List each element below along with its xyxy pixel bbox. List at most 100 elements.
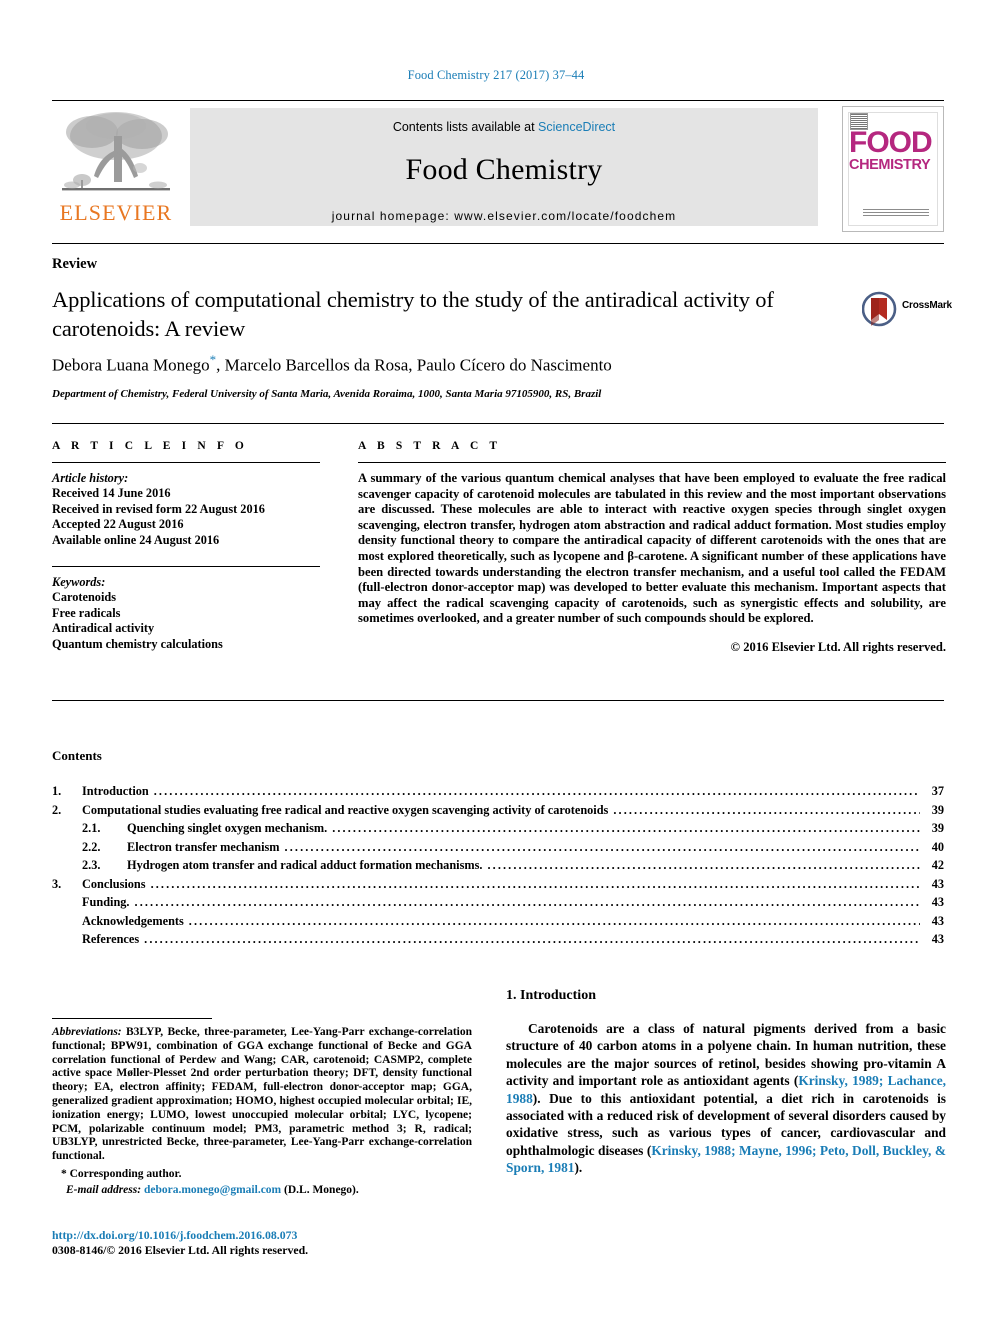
- elsevier-wordmark: ELSEVIER: [59, 200, 173, 225]
- toc-dot-leader: ........................................…: [153, 784, 920, 798]
- article-page: Food Chemistry 217 (2017) 37–44 ELSEVIER…: [0, 0, 992, 1323]
- toc-page-number: 37: [931, 784, 944, 798]
- toc-label: References: [82, 932, 140, 946]
- elsevier-logo: ELSEVIER: [52, 106, 180, 232]
- introduction-paragraph: Carotenoids are a class of natural pigme…: [506, 1020, 946, 1177]
- toc-entry[interactable]: 2. Computational studies evaluating free…: [52, 801, 944, 820]
- keywords-list: Carotenoids Free radicals Antiradical ac…: [52, 590, 320, 652]
- history-item: Accepted 22 August 2016: [52, 517, 184, 531]
- email-link[interactable]: debora.monego@gmail.com: [144, 1184, 281, 1196]
- toc-entry[interactable]: 1. Introduction ........................…: [52, 782, 944, 801]
- abbreviations-body: B3LYP, Becke, three-parameter, Lee-Yang-…: [52, 1026, 472, 1163]
- email-label: E-mail address:: [66, 1183, 142, 1196]
- article-history-label: Article history:: [52, 471, 129, 485]
- toc-dot-leader: ........................................…: [150, 876, 920, 891]
- abstract-column: A B S T R A C T A summary of the various…: [358, 440, 946, 655]
- article-history-list: Received 14 June 2016 Received in revise…: [52, 486, 320, 548]
- abstract-rule: [358, 462, 946, 463]
- keyword-item: Carotenoids: [52, 590, 116, 604]
- masthead-top-rule: [52, 100, 944, 101]
- toc-page-number: 43: [931, 895, 944, 909]
- sciencedirect-link[interactable]: ScienceDirect: [538, 120, 615, 134]
- toc-entry[interactable]: 3. Conclusions .........................…: [52, 875, 944, 894]
- toc-number: 3.: [52, 876, 62, 891]
- toc-dot-leader: ........................................…: [284, 839, 920, 854]
- journal-masthead: ELSEVIER Contents lists available at Sci…: [52, 100, 944, 232]
- footnote-rule: [52, 1018, 212, 1019]
- intro-text-part3: ).: [574, 1160, 583, 1176]
- toc-page-number: 40: [931, 839, 944, 854]
- article-info-rule: [52, 462, 320, 463]
- toc-label: Hydrogen atom transfer and radical adduc…: [127, 858, 483, 872]
- toc-entry[interactable]: 2.3. Hydrogen atom transfer and radical …: [52, 856, 944, 875]
- journal-homepage[interactable]: journal homepage: www.elsevier.com/locat…: [190, 209, 818, 223]
- introduction-heading: 1. Introduction: [506, 988, 596, 1003]
- title-top-rule: [52, 243, 944, 244]
- toc-dot-leader: ........................................…: [188, 913, 920, 928]
- toc-number: 1.: [52, 784, 62, 798]
- toc-label: Quenching singlet oxygen mechanism.: [127, 821, 328, 835]
- toc-page-number: 39: [931, 821, 944, 835]
- toc-dot-leader: ........................................…: [134, 895, 920, 909]
- abstract-copyright: © 2016 Elsevier Ltd. All rights reserved…: [730, 639, 946, 654]
- toc-entry[interactable]: 2.1. Quenching singlet oxygen mechanism.…: [52, 819, 944, 838]
- toc-entry[interactable]: Acknowledgements .......................…: [52, 912, 944, 931]
- doi-link[interactable]: http://dx.doi.org/10.1016/j.foodchem.201…: [52, 1228, 472, 1243]
- toc-label: Acknowledgements: [82, 913, 184, 928]
- running-head: Food Chemistry 217 (2017) 37–44: [407, 68, 585, 82]
- toc-label: Conclusions: [82, 876, 146, 891]
- page-title: Applications of computational chemistry …: [52, 287, 774, 341]
- info-bottom-rule: [52, 700, 944, 701]
- issn-copyright-line: 0308-8146/© 2016 Elsevier Ltd. All right…: [52, 1243, 309, 1257]
- email-suffix: (D.L. Monego).: [281, 1183, 359, 1196]
- abbreviations-note: Abbreviations: B3LYP, Becke, three-param…: [52, 1026, 472, 1164]
- keyword-item: Antiradical activity: [52, 621, 155, 635]
- cover-title-line2: CHEMISTRY: [849, 157, 931, 173]
- keyword-item: Free radicals: [52, 605, 121, 620]
- author-list: Debora Luana Monego*, Marcelo Barcellos …: [52, 352, 944, 376]
- journal-band: Contents lists available at ScienceDirec…: [190, 108, 818, 226]
- table-of-contents: 1. Introduction ........................…: [52, 782, 944, 949]
- article-type: Review: [52, 256, 98, 272]
- toc-entry[interactable]: References .............................…: [52, 930, 944, 949]
- toc-label: Introduction: [82, 784, 149, 798]
- toc-page-number: 43: [931, 932, 944, 946]
- journal-cover-thumbnail: FOOD CHEMISTRY: [842, 106, 944, 232]
- cover-title-line1: FOOD: [849, 126, 933, 159]
- crossmark-badge[interactable]: CrossMark: [862, 288, 952, 330]
- toc-dot-leader: ........................................…: [487, 858, 920, 872]
- doi-block: http://dx.doi.org/10.1016/j.foodchem.201…: [52, 1228, 472, 1258]
- journal-title: Food Chemistry: [405, 153, 603, 186]
- keywords-label: Keywords:: [52, 575, 106, 589]
- cover-footer-lines: [863, 209, 929, 217]
- history-item: Received in revised form 22 August 2016: [52, 501, 265, 516]
- toc-entry[interactable]: 2.2. Electron transfer mechanism .......…: [52, 838, 944, 857]
- toc-entry[interactable]: Funding. ...............................…: [52, 893, 944, 912]
- toc-number: 2.: [52, 802, 62, 817]
- introduction-column: 1. Introduction Carotenoids are a class …: [506, 988, 946, 1177]
- history-item: Received 14 June 2016: [52, 486, 171, 500]
- abstract-body: A summary of the various quantum chemica…: [358, 471, 946, 626]
- toc-dot-leader: ........................................…: [144, 932, 920, 946]
- keyword-item: Quantum chemistry calculations: [52, 636, 223, 651]
- keywords-rule: [52, 566, 320, 567]
- abstract-heading: A B S T R A C T: [358, 440, 502, 452]
- toc-label: Electron transfer mechanism: [127, 839, 280, 854]
- abbreviations-label: Abbreviations:: [52, 1026, 122, 1038]
- contents-heading: Contents: [52, 748, 102, 763]
- elsevier-tree-icon: [62, 112, 170, 191]
- author-others: , Marcelo Barcellos da Rosa, Paulo Cícer…: [216, 355, 612, 375]
- toc-page-number: 43: [931, 876, 944, 891]
- corresponding-author-note: * Corresponding author.: [61, 1167, 182, 1180]
- toc-number: 2.3.: [82, 858, 101, 872]
- contents-prefix: Contents lists available at: [392, 120, 539, 134]
- toc-number: 2.2.: [82, 839, 101, 854]
- toc-label: Computational studies evaluating free ra…: [82, 802, 609, 817]
- toc-dot-leader: ........................................…: [332, 821, 920, 835]
- author-corresponding: Debora Luana Monego: [52, 355, 210, 375]
- article-info-heading: A R T I C L E I N F O: [52, 440, 248, 452]
- history-item: Available online 24 August 2016: [52, 532, 220, 547]
- author-affiliation: Department of Chemistry, Federal Univers…: [52, 388, 602, 400]
- crossmark-label: CrossMark: [902, 300, 952, 311]
